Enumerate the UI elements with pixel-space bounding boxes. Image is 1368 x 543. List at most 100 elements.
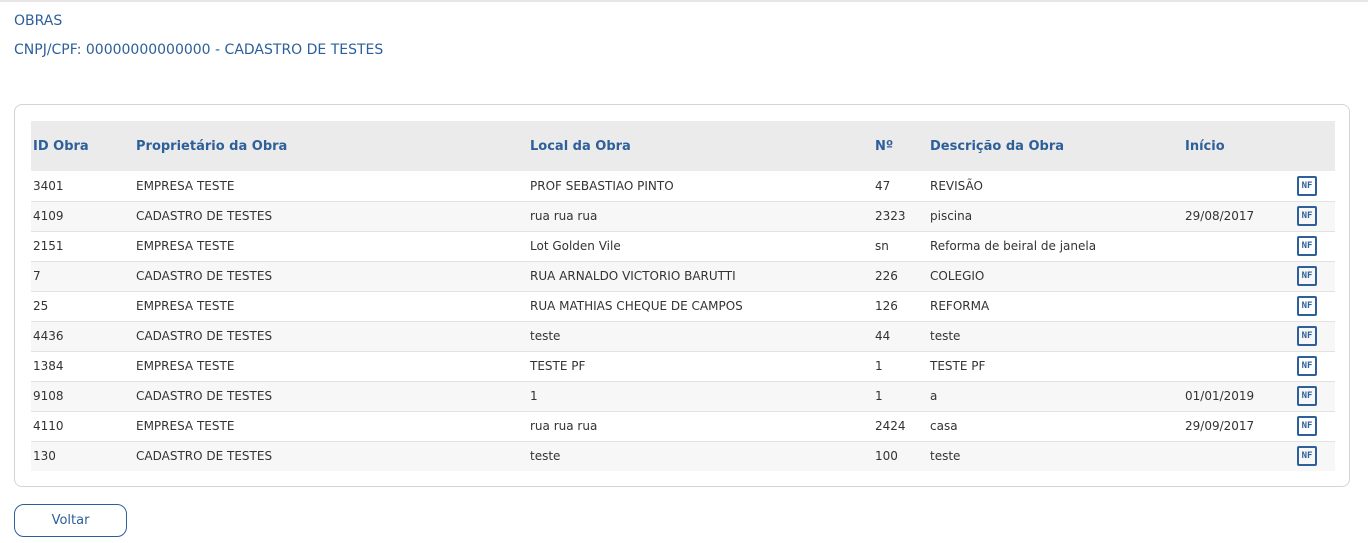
cell-actions: NF <box>1295 320 1335 351</box>
cell-number: 44 <box>873 320 928 351</box>
nf-icon[interactable]: NF <box>1297 206 1317 226</box>
table-row[interactable]: 130 CADASTRO DE TESTES teste 100 teste NF <box>31 440 1335 471</box>
cell-start: 29/09/2017 <box>1183 410 1295 441</box>
cell-number: 2323 <box>873 200 928 231</box>
nf-icon[interactable]: NF <box>1297 386 1317 406</box>
cell-owner: CADASTRO DE TESTES <box>134 260 528 291</box>
cell-start <box>1183 171 1295 201</box>
column-header-start[interactable]: Início <box>1183 121 1295 171</box>
cell-location: rua rua rua <box>528 410 873 441</box>
nf-icon[interactable]: NF <box>1297 446 1317 467</box>
nf-icon[interactable]: NF <box>1297 266 1317 286</box>
cell-start: 29/08/2017 <box>1183 200 1295 231</box>
cell-description: TESTE PF <box>928 350 1183 381</box>
cell-id: 1384 <box>31 350 134 381</box>
cell-actions: NF <box>1295 410 1335 441</box>
cell-number: 100 <box>873 440 928 471</box>
table-row[interactable]: 3401 EMPRESA TESTE PROF SEBASTIAO PINTO 47 R… <box>31 171 1335 201</box>
cell-number: 47 <box>875 178 891 193</box>
cell-description: piscina <box>928 200 1183 231</box>
cell-id: 130 <box>31 440 134 471</box>
cell-location: rua rua rua <box>528 200 873 231</box>
cell-number: 2424 <box>873 410 928 441</box>
cell-location: RUA ARNALDO VICTORIO BARUTTI <box>528 260 873 291</box>
column-header-description[interactable]: Descrição da Obra <box>928 121 1183 171</box>
cell-description: COLEGIO <box>928 260 1183 291</box>
page-subtitle: CNPJ/CPF: 00000000000000 - CADASTRO DE T… <box>14 42 384 58</box>
cell-actions: NF <box>1295 440 1335 471</box>
cell-actions: NF <box>1295 260 1335 291</box>
cell-location: PROF SEBASTIAO PINTO <box>530 178 674 193</box>
cell-start <box>1183 290 1295 321</box>
column-header-actions <box>1295 121 1335 171</box>
cell-start <box>1183 440 1295 471</box>
cell-description: teste <box>928 440 1183 471</box>
cell-actions: NF <box>1295 380 1335 411</box>
nf-icon[interactable]: NF <box>1297 326 1317 346</box>
column-header-number[interactable]: Nº <box>873 121 928 171</box>
cell-actions: NF <box>1295 230 1335 261</box>
nf-icon[interactable]: NF <box>1297 356 1317 376</box>
top-divider <box>0 0 1368 2</box>
cell-actions: NF <box>1295 200 1335 231</box>
cell-number: 1 <box>873 380 928 411</box>
table-row[interactable]: 4436 CADASTRO DE TESTES teste 44 teste NF <box>31 320 1335 351</box>
cell-owner: CADASTRO DE TESTES <box>134 200 528 231</box>
table-row[interactable]: 4110 EMPRESA TESTE rua rua rua 2424 casa 29/0… <box>31 410 1335 441</box>
cell-description: REFORMA <box>928 290 1183 321</box>
cell-actions: NF <box>1295 171 1335 201</box>
column-header-owner[interactable]: Proprietário da Obra <box>134 121 528 171</box>
cell-id: 25 <box>31 290 134 321</box>
nf-icon[interactable]: NF <box>1297 236 1317 256</box>
cell-id: 9108 <box>31 380 134 411</box>
cell-description: a <box>928 380 1183 411</box>
table-row[interactable]: 1384 EMPRESA TESTE TESTE PF 1 TESTE PF NF <box>31 350 1335 381</box>
column-header-id[interactable]: ID Obra <box>31 121 134 171</box>
nf-icon[interactable]: NF <box>1297 296 1317 316</box>
back-button[interactable]: Voltar <box>14 504 127 537</box>
cell-location: Lot Golden Vile <box>528 230 873 261</box>
cell-owner: CADASTRO DE TESTES <box>134 440 528 471</box>
cell-start <box>1183 230 1295 261</box>
table-row[interactable]: 2151 EMPRESA TESTE Lot Golden Vile sn Reform… <box>31 230 1335 261</box>
cell-description: REVISÃO <box>930 178 983 193</box>
table-row[interactable]: 9108 CADASTRO DE TESTES 1 1 a 01/01/2019 NF <box>31 380 1335 411</box>
cell-description: teste <box>928 320 1183 351</box>
cell-number: 126 <box>873 290 928 321</box>
cell-start <box>1183 260 1295 291</box>
obras-table: ID Obra Proprietário da Obra Local da Ob… <box>31 121 1335 471</box>
column-header-location[interactable]: Local da Obra <box>528 121 873 171</box>
table-row[interactable]: 4109 CADASTRO DE TESTES rua rua rua 2323 pis… <box>31 200 1335 231</box>
cell-description: casa <box>928 410 1183 441</box>
cell-number: 226 <box>873 260 928 291</box>
table-row[interactable]: 7 CADASTRO DE TESTES RUA ARNALDO VICTORIO … <box>31 260 1335 291</box>
cell-location: TESTE PF <box>528 350 873 381</box>
cell-owner: CADASTRO DE TESTES <box>134 320 528 351</box>
cell-id: 4436 <box>31 320 134 351</box>
obras-panel: ID Obra Proprietário da Obra Local da Ob… <box>14 104 1350 487</box>
cell-description: Reforma de beiral de janela <box>928 230 1183 261</box>
cell-location: teste <box>528 440 873 471</box>
cell-id: 2151 <box>31 230 134 261</box>
cell-owner: EMPRESA TESTE <box>134 290 528 321</box>
cell-number: sn <box>873 230 928 261</box>
cell-start <box>1183 320 1295 351</box>
cell-actions: NF <box>1295 350 1335 381</box>
cell-owner: EMPRESA TESTE <box>134 350 528 381</box>
cell-id: 4109 <box>31 200 134 231</box>
cell-owner: EMPRESA TESTE <box>136 178 235 193</box>
cell-location: teste <box>528 320 873 351</box>
cell-id: 7 <box>31 260 134 291</box>
page-title: OBRAS <box>14 13 63 29</box>
cell-location: RUA MATHIAS CHEQUE DE CAMPOS <box>528 290 873 321</box>
cell-owner: CADASTRO DE TESTES <box>134 380 528 411</box>
table-header-row: ID Obra Proprietário da Obra Local da Ob… <box>31 121 1335 171</box>
cell-id: 3401 <box>33 178 64 193</box>
cell-actions: NF <box>1295 290 1335 321</box>
cell-start: 01/01/2019 <box>1183 380 1295 411</box>
cell-number: 1 <box>873 350 928 381</box>
nf-icon[interactable]: NF <box>1297 416 1317 436</box>
nf-icon[interactable]: NF <box>1297 175 1317 196</box>
cell-start <box>1183 350 1295 381</box>
table-row[interactable]: 25 EMPRESA TESTE RUA MATHIAS CHEQUE DE CAM… <box>31 290 1335 321</box>
